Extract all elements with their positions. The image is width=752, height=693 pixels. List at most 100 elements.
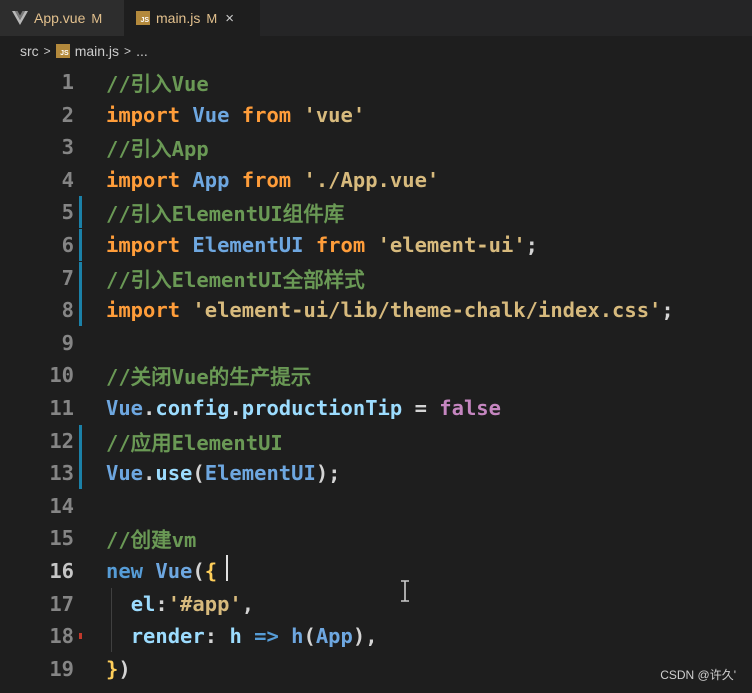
code-token: '#app' xyxy=(167,591,242,616)
close-icon[interactable]: × xyxy=(225,10,234,27)
code-text: el:'#app', xyxy=(106,592,254,616)
code-text: //引入Vue xyxy=(106,67,209,97)
code-token: = xyxy=(402,396,440,420)
code-line[interactable]: 9 xyxy=(0,327,752,359)
code-token: . xyxy=(229,396,242,420)
line-number: 5 xyxy=(61,200,74,225)
code-token: render xyxy=(130,624,205,649)
code-token: App xyxy=(192,167,230,192)
code-line[interactable]: 10 //关闭Vue的生产提示 xyxy=(0,359,752,391)
breadcrumb-file[interactable]: main.js xyxy=(75,43,119,59)
gutter xyxy=(74,588,106,620)
chevron-right-icon: > xyxy=(124,44,132,58)
code-text: Vue.config.productionTip = false xyxy=(106,396,501,420)
code-line[interactable]: 12 //应用ElementUI xyxy=(0,424,752,457)
code-line[interactable]: 3 //引入App xyxy=(0,131,752,163)
line-number: 2 xyxy=(61,102,74,127)
code-token: : xyxy=(155,591,168,616)
code-line[interactable]: 1 //引入Vue xyxy=(0,66,752,98)
line-number: 8 xyxy=(61,298,74,323)
code-line[interactable]: 18 render: h => h(App), xyxy=(0,620,752,652)
code-text: render: h => h(App), xyxy=(106,624,378,648)
line-number: 16 xyxy=(49,559,74,583)
code-token: ); xyxy=(315,461,341,486)
code-token: ( xyxy=(192,559,205,583)
code-line[interactable]: 2 import Vue from 'vue' xyxy=(0,99,752,131)
chevron-right-icon: > xyxy=(43,44,51,58)
code-token: . xyxy=(143,396,156,420)
gutter xyxy=(74,359,106,391)
code-token: use xyxy=(155,461,193,486)
code-token: } xyxy=(106,656,119,681)
code-token: './App.vue' xyxy=(303,167,440,192)
code-token: ; xyxy=(661,298,674,323)
js-icon: JS xyxy=(55,44,70,58)
breadcrumb-more[interactable]: ... xyxy=(136,43,148,59)
code-token: from xyxy=(241,167,292,192)
code-text: //应用ElementUI xyxy=(106,426,283,456)
line-number: 10 xyxy=(49,363,74,388)
code-text: //引入ElementUI全部样式 xyxy=(106,263,365,293)
code-line[interactable]: 19}) xyxy=(0,653,752,685)
tab-app-vue[interactable]: App.vue M xyxy=(0,0,124,36)
js-icon: JS xyxy=(136,11,150,25)
line-number: 17 xyxy=(49,591,74,616)
line-number: 18 xyxy=(49,624,74,649)
code-token: ) xyxy=(118,656,131,681)
code-text: import Vue from 'vue' xyxy=(106,103,365,127)
code-line[interactable]: 8 import 'element-ui/lib/theme-chalk/inde… xyxy=(0,294,752,327)
line-number: 12 xyxy=(49,428,74,453)
line-number: 19 xyxy=(49,656,74,681)
code-line[interactable]: 5 //引入ElementUI组件库 xyxy=(0,196,752,229)
gutter xyxy=(74,392,106,424)
code-text: //引入ElementUI组件库 xyxy=(106,197,344,227)
code-token: Vue xyxy=(106,396,144,420)
code-token: //关闭Vue的生产提示 xyxy=(106,365,312,390)
code-text: import App from './App.vue' xyxy=(106,168,439,192)
code-token: , xyxy=(241,591,255,616)
code-line[interactable]: 16 new Vue({ xyxy=(0,555,752,587)
modified-line-indicator xyxy=(74,424,106,457)
watermark: CSDN @许久' xyxy=(660,668,736,682)
code-line[interactable]: 11 Vue.config.productionTip = false xyxy=(0,392,752,424)
code-line[interactable]: 4 import App from './App.vue' xyxy=(0,164,752,196)
code-line[interactable]: 17 el:'#app', xyxy=(0,588,752,620)
code-line[interactable]: 6 import ElementUI from 'element-ui'; xyxy=(0,229,752,261)
code-token: new xyxy=(106,559,144,583)
code-line[interactable]: 15 //创建vm xyxy=(0,522,752,554)
line-number: 1 xyxy=(61,70,74,94)
modified-badge: M xyxy=(206,10,218,26)
code-text: import ElementUI from 'element-ui'; xyxy=(106,233,538,257)
code-token: import xyxy=(106,102,181,127)
gutter xyxy=(74,653,106,685)
code-text: }) xyxy=(106,657,131,681)
code-text: new Vue({ xyxy=(106,559,217,583)
code-token: h xyxy=(291,624,304,649)
breadcrumb-folder[interactable]: src xyxy=(20,43,39,59)
breadcrumb: src > JS main.js > ... xyxy=(0,36,752,66)
editor-tab-bar: App.vue M JS main.js M × xyxy=(0,0,752,37)
code-line[interactable]: 7 //引入ElementUI全部样式 xyxy=(0,261,752,294)
line-number: 15 xyxy=(49,526,74,551)
code-token: from xyxy=(241,102,292,127)
gutter xyxy=(74,327,106,359)
modified-line-indicator xyxy=(74,196,106,229)
modified-line-indicator xyxy=(74,457,106,490)
error-marker xyxy=(79,633,82,640)
code-token: h xyxy=(229,624,242,649)
gutter xyxy=(74,490,106,522)
vue-icon xyxy=(12,11,28,25)
code-line[interactable]: 13 Vue.use(ElementUI); xyxy=(0,457,752,490)
gutter xyxy=(74,66,106,98)
code-line[interactable]: 14 xyxy=(0,490,752,522)
code-editor[interactable]: 1 //引入Vue 2 import Vue from 'vue' 3 //引入App 4 i… xyxy=(0,66,752,693)
code-token: 'element-ui' xyxy=(377,233,526,257)
tab-main-js[interactable]: JS main.js M × xyxy=(124,0,260,36)
